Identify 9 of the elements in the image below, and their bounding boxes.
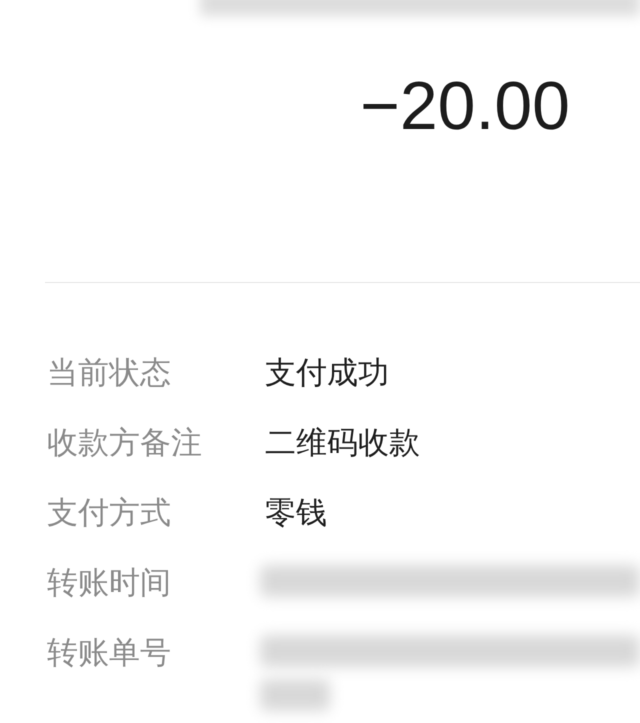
field-label: 转账单号 xyxy=(47,634,172,673)
field-value: 零钱 xyxy=(265,494,327,533)
field-label: 支付方式 xyxy=(47,494,172,533)
field-label: 转账时间 xyxy=(47,564,172,603)
field-label: 收款方备注 xyxy=(47,424,203,463)
field-value: 二维码收款 xyxy=(265,424,420,463)
field-label: 当前状态 xyxy=(47,354,172,393)
field-value: 支付成功 xyxy=(265,354,389,393)
amount-text: −20.00 xyxy=(360,72,570,146)
